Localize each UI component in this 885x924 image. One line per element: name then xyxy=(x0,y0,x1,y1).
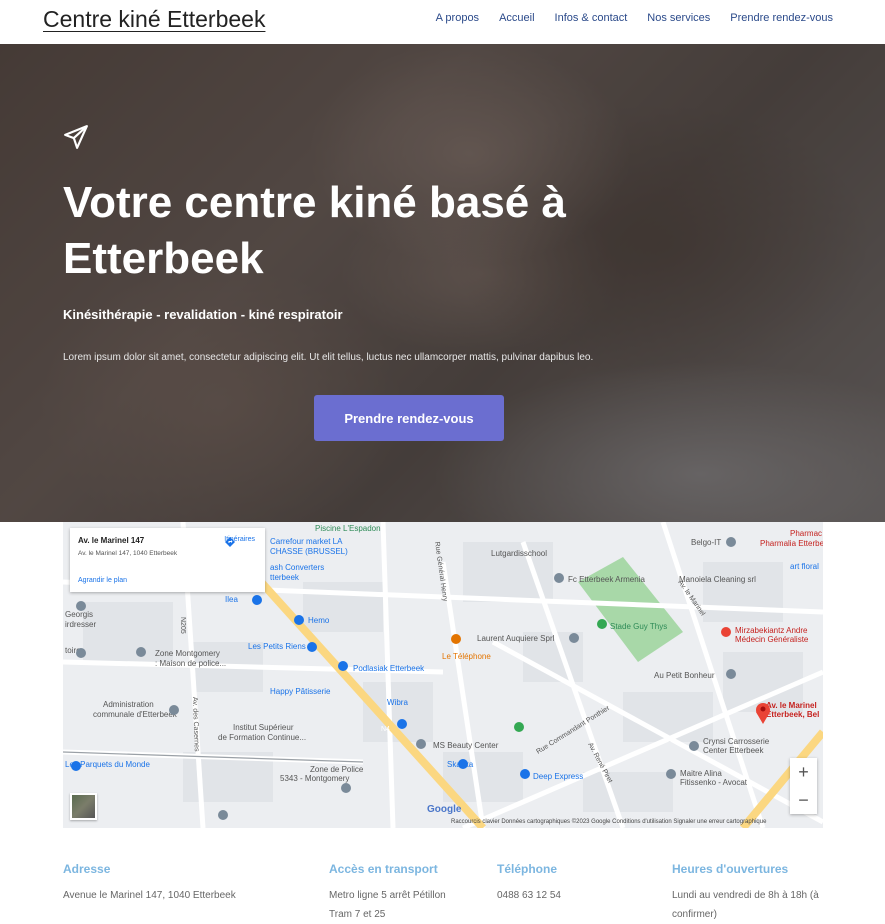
paper-plane-icon xyxy=(64,125,88,149)
map-label-deep-express: Deep Express xyxy=(533,772,583,781)
info-address: Adresse Avenue le Marinel 147, 1040 Ette… xyxy=(63,862,236,905)
map-label-belgo-it: Belgo-IT xyxy=(691,538,721,547)
map-place-address: Av. le Marinel 147, 1040 Etterbeek xyxy=(78,550,178,557)
hero-description: Lorem ipsum dolor sit amet, consectetur … xyxy=(63,352,594,363)
map-label-maitre-alina: Maitre Alina xyxy=(680,769,722,778)
site-logo[interactable]: Centre kiné Etterbeek xyxy=(43,6,265,33)
map-label-institut: Institut Supérieur xyxy=(233,723,294,732)
hours-title: Heures d'ouvertures xyxy=(672,862,789,876)
transport-metro: Metro ligne 5 arrêt Pétillon xyxy=(329,890,446,901)
map-label-cash-converters: ash Converters xyxy=(270,563,324,572)
map-label-pharmac: Pharmac xyxy=(790,529,822,538)
map-label-marker-address: Av. le Marinel xyxy=(766,701,817,710)
nav-prendre-rendez-vous[interactable]: Prendre rendez-vous xyxy=(730,12,833,24)
map-label-n4: N4 xyxy=(381,726,390,733)
map-zoom-controls: + − xyxy=(790,758,817,814)
book-appointment-button[interactable]: Prendre rendez-vous xyxy=(314,395,504,441)
info-transport: Accès en transport Metro ligne 5 arrêt P… xyxy=(329,862,446,924)
map-label-fc-etterbeek: Fc Etterbeek Armenia xyxy=(568,575,645,584)
map-label-maison-police: : Maison de police... xyxy=(155,659,226,668)
hero-content: Votre centre kiné basé à Etterbeek Kinés… xyxy=(63,124,823,441)
map-label-au-petit-bonheur: Au Petit Bonheur xyxy=(654,671,715,680)
map-label-ms-beauty: MS Beauty Center xyxy=(433,741,499,750)
map-label-wibra: Wibra xyxy=(387,698,408,707)
nav-nos-services[interactable]: Nos services xyxy=(647,12,710,24)
map-label-administration: Administration xyxy=(103,700,154,709)
info-phone: Téléphone 0488 63 12 54 xyxy=(497,862,561,905)
zoom-out-button[interactable]: − xyxy=(790,786,817,814)
info-hours: Heures d'ouvertures Lundi au vendredi de… xyxy=(672,862,832,924)
map-label-georgis-2: irdresser xyxy=(65,620,96,629)
map-label-le-telephone: Le Téléphone xyxy=(442,652,491,661)
phone-number[interactable]: 0488 63 12 54 xyxy=(497,886,561,905)
nav-accueil[interactable]: Accueil xyxy=(499,12,534,24)
map-label-maitre-alina-2: Fitissenko - Avocat xyxy=(680,778,748,787)
main-nav: A propos Accueil Infos & contact Nos ser… xyxy=(436,12,833,24)
enlarge-map-link[interactable]: Agrandir le plan xyxy=(78,577,127,584)
map-label-art-floral: art floral xyxy=(790,562,819,571)
nav-a-propos[interactable]: A propos xyxy=(436,12,479,24)
map-label-zone-police-2: 5343 - Montgomery xyxy=(280,774,349,783)
hero-section: Votre centre kiné basé à Etterbeek Kinés… xyxy=(0,44,885,522)
map-label-pharmalia: Pharmalia Etterbeek xyxy=(760,539,823,548)
map-label-happy-patisserie: Happy Pâtisserie xyxy=(270,687,331,696)
map-label-administration-2: communale d'Etterbeek xyxy=(93,710,178,719)
satellite-toggle[interactable] xyxy=(70,793,97,820)
address-text: Avenue le Marinel 147, 1040 Etterbeek xyxy=(63,890,236,901)
hero-subtitle: Kinésithérapie - revalidation - kiné res… xyxy=(63,307,343,322)
map-label-zone-police: Zone de Police xyxy=(310,765,364,774)
map-label-cryns-2: Center Etterbeek xyxy=(703,746,764,755)
map-label-podlasiak: Podlasiak Etterbeek xyxy=(353,664,425,673)
map-label-carrefour: Carrefour market LA xyxy=(270,537,343,546)
nav-infos-contact[interactable]: Infos & contact xyxy=(555,12,628,24)
map-place-card: Av. le Marinel 147 Av. le Marinel 147, 1… xyxy=(70,528,265,592)
zoom-in-button[interactable]: + xyxy=(790,758,817,786)
google-logo: Google xyxy=(427,804,462,815)
map-label-ilea: Ilea xyxy=(225,595,238,604)
map-attribution[interactable]: Raccourcis clavier Données cartographiqu… xyxy=(451,819,766,825)
map-label-hemo: Hemo xyxy=(308,616,330,625)
hours-line-2: confirmer) xyxy=(672,909,718,920)
map-label-piscine: Piscine L'Espadon xyxy=(315,524,381,533)
transport-title: Accès en transport xyxy=(329,862,438,876)
map-label-stade: Stade Guy Thys xyxy=(610,622,667,631)
map-label-georgis: Georgis xyxy=(65,610,93,619)
map-label-mirzabekiantz: Mirzabekiantz Andre xyxy=(735,626,808,635)
directions-icon xyxy=(225,537,236,547)
map-label-marker-address-2: Etterbeek, Bel xyxy=(766,710,819,719)
map-label-lutgardisschool: Lutgardisschool xyxy=(491,549,547,558)
address-title: Adresse xyxy=(63,862,111,876)
map-label-les-petits-riens: Les Petits Riens xyxy=(248,642,306,651)
phone-title: Téléphone xyxy=(497,862,558,876)
map-label-cash-converters-2: tterbeek xyxy=(270,573,300,582)
hours-line-1: Lundi au vendredi de 8h à 18h (à xyxy=(672,890,819,901)
directions-button[interactable]: Itinéraires xyxy=(224,536,255,547)
map-label-carrefour-2: CHASSE (BRUSSEL) xyxy=(270,547,348,556)
map-label-institut-2: de Formation Continue... xyxy=(218,733,306,742)
hero-title: Votre centre kiné basé à Etterbeek xyxy=(63,178,566,283)
map-label-manoiela: Manoiela Cleaning srl xyxy=(679,575,756,584)
map-label-cryns: Crynsi Carrosserie xyxy=(703,737,770,746)
map-label-n205: N205 xyxy=(179,617,186,634)
map-label-laurent: Laurent Auquiere Sprl xyxy=(477,634,555,643)
map-label-medecin: Médecin Généraliste xyxy=(735,635,809,644)
site-header: Centre kiné Etterbeek A propos Accueil I… xyxy=(0,0,885,44)
map-label-zone-montgomery: Zone Montgomery xyxy=(155,649,220,658)
google-map[interactable]: Piscine L'Espadon Carrefour market LA CH… xyxy=(63,522,823,828)
transport-tram: Tram 7 et 25 xyxy=(329,909,386,920)
